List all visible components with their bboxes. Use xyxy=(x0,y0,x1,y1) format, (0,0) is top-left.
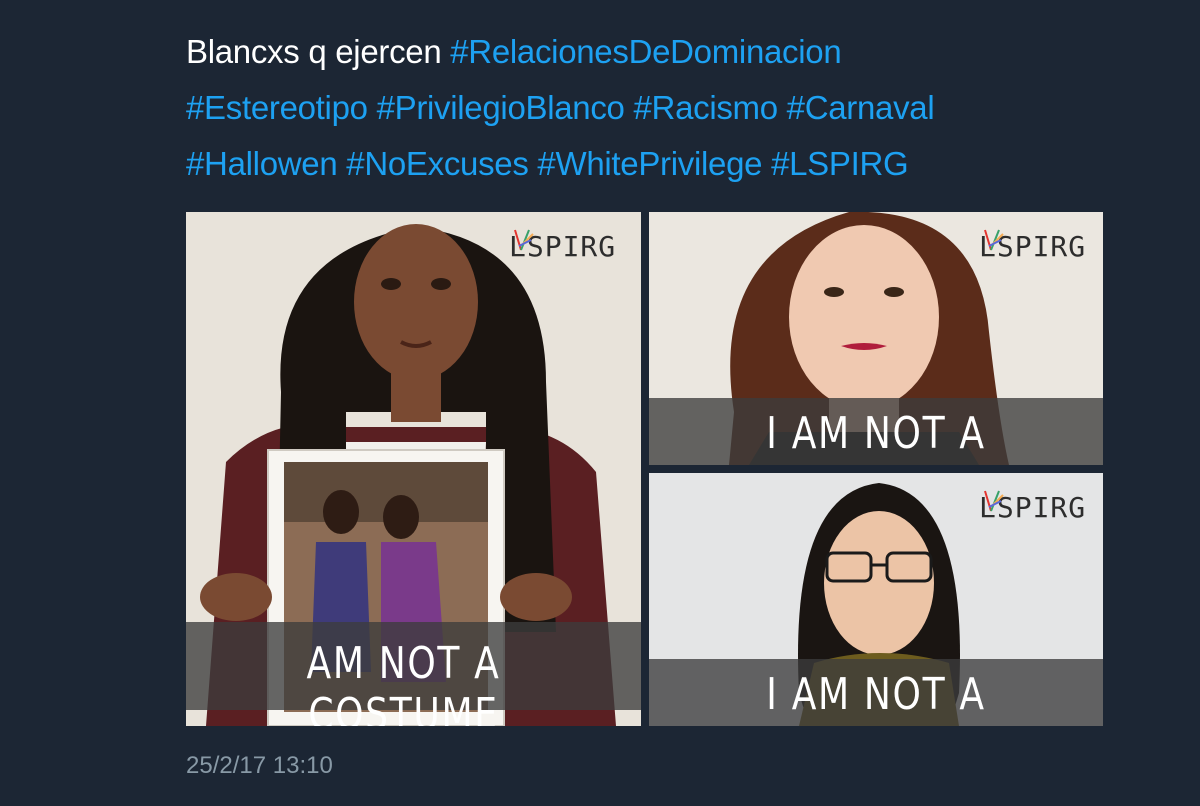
hashtag-relacionesdedominacion[interactable]: #RelacionesDeDominacion xyxy=(450,33,841,70)
photo-left[interactable]: LSPIRG AM NOT A COSTUME xyxy=(186,212,641,726)
lspirg-logo-bottom-right: LSPIRG xyxy=(979,490,1086,524)
hashtag-noexcuses[interactable]: #NoExcuses xyxy=(346,145,529,182)
hashtag-racismo[interactable]: #Racismo xyxy=(633,89,778,126)
lspirg-mark-icon xyxy=(514,229,534,251)
tweet-timestamp[interactable]: 25/2/17 13:10 xyxy=(186,752,333,780)
lspirg-mark-icon xyxy=(984,229,1004,251)
photo-bottom-right[interactable]: LSPIRG I AM NOT A COSTUME xyxy=(649,473,1103,726)
hashtag-estereotipo[interactable]: #Estereotipo xyxy=(186,89,368,126)
hashtag-whiteprivilege[interactable]: #WhitePrivilege xyxy=(537,145,762,182)
lspirg-logo-left: LSPIRG xyxy=(509,229,616,263)
photo-top-right[interactable]: LSPIRG I AM NOT A COSTUME xyxy=(649,212,1103,465)
caption-left: AM NOT A COSTUME xyxy=(306,638,501,726)
caption-top-right: I AM NOT A COSTUME xyxy=(766,408,986,465)
tweet-text: Blancxs q ejercen #RelacionesDeDominacio… xyxy=(186,24,1146,192)
lspirg-logo-top-right: LSPIRG xyxy=(979,229,1086,263)
tweet-text-prefix: Blancxs q ejercen xyxy=(186,33,451,70)
caption-bottom-right: I AM NOT A COSTUME xyxy=(766,669,986,726)
media-grid: LSPIRG AM NOT A COSTUME LSPIRG I AM NOT … xyxy=(186,212,1103,726)
hashtag-privilegioblanco[interactable]: #PrivilegioBlanco xyxy=(377,89,625,126)
lspirg-mark-icon xyxy=(984,490,1004,512)
hashtag-carnaval[interactable]: #Carnaval xyxy=(787,89,935,126)
hashtag-hallowen[interactable]: #Hallowen xyxy=(186,145,338,182)
hashtag-lspirg[interactable]: #LSPIRG xyxy=(771,145,909,182)
